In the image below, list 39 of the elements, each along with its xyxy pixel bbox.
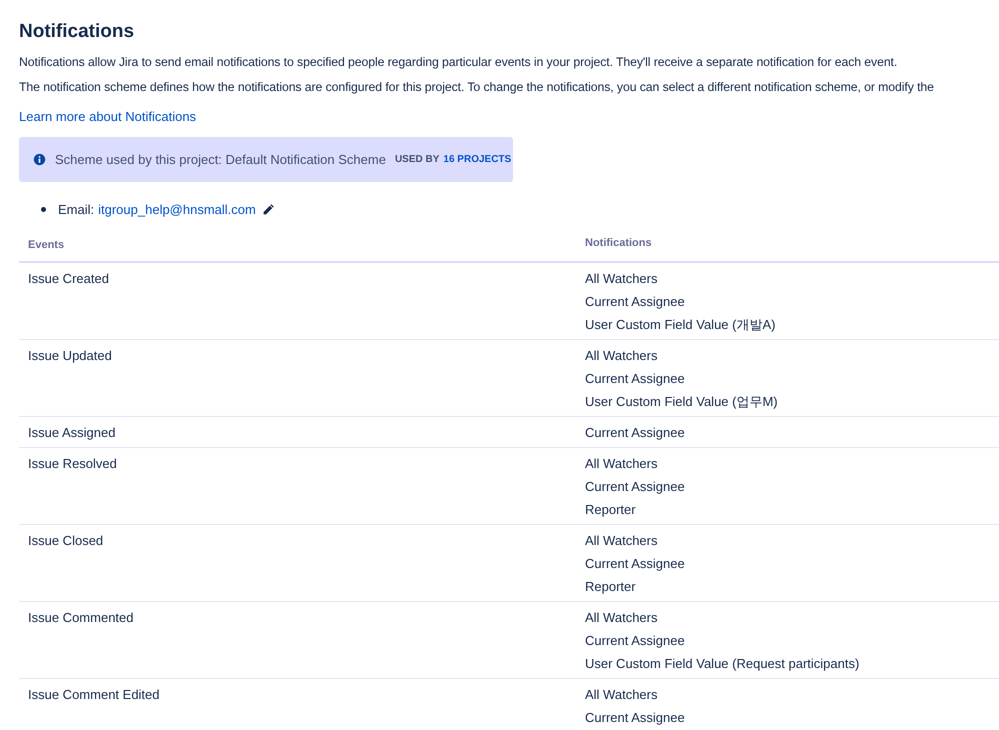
notification-item: Reporter [585, 579, 637, 595]
scheme-text: Scheme used by this project: Default Notification Scheme [55, 152, 386, 167]
notification-item: All Watchers [585, 687, 658, 703]
projects-link[interactable]: 16 PROJECTS [443, 154, 512, 165]
notification-item: All Watchers [585, 271, 658, 287]
column-header: Events [28, 238, 66, 253]
notification-item: Current Assignee [585, 479, 686, 495]
event-cell-text: Issue Commented [28, 610, 134, 627]
description-text: The notification scheme defines how the notifications are configured for this project. To change the notifications, you can select a different notification scheme, or modify the [19, 79, 935, 95]
notification-item: All Watchers [585, 610, 658, 626]
bullet-icon [41, 207, 46, 212]
email-link[interactable]: itgroup_help@hnsmall.com [98, 202, 256, 217]
event-cell-text: Issue Closed [28, 533, 104, 550]
info-icon [33, 153, 46, 166]
pencil-icon[interactable] [262, 203, 275, 216]
learn-more-link[interactable]: Learn more about Notifications [19, 109, 196, 124]
notification-item: Current Assignee [585, 425, 686, 441]
notification-item: User Custom Field Value (개발A) [585, 317, 776, 333]
notification-item: All Watchers [585, 533, 658, 549]
notification-item: Reporter [585, 502, 637, 518]
notification-item: User Custom Field Value (Request participants) [585, 656, 860, 672]
event-cell-text: Issue Updated [28, 348, 113, 365]
column-header: Notifications [585, 237, 653, 251]
notification-item: Current Assignee [585, 633, 686, 649]
notification-item: Current Assignee [585, 710, 686, 726]
event-cell-text: Issue Resolved [28, 456, 118, 473]
used-by-label: USED BY [394, 154, 440, 165]
description-text: Notifications allow Jira to send email notifications to specified people regarding particular events in your project. They'll receive a separate notification for each event. [19, 54, 898, 70]
notification-item: Current Assignee [585, 556, 686, 572]
event-cell-text: Issue Created [28, 271, 110, 288]
email-label: Email: [58, 202, 94, 217]
notification-item: All Watchers [585, 348, 658, 364]
notification-item: Current Assignee [585, 371, 686, 387]
notification-item: All Watchers [585, 456, 658, 472]
event-cell-text: Issue Comment Edited [28, 687, 161, 704]
notification-item: User Custom Field Value (업무M) [585, 394, 779, 410]
page-title: Notifications [19, 20, 136, 44]
event-cell-text: Issue Assigned [28, 425, 116, 441]
notification-item: Current Assignee [585, 294, 686, 310]
